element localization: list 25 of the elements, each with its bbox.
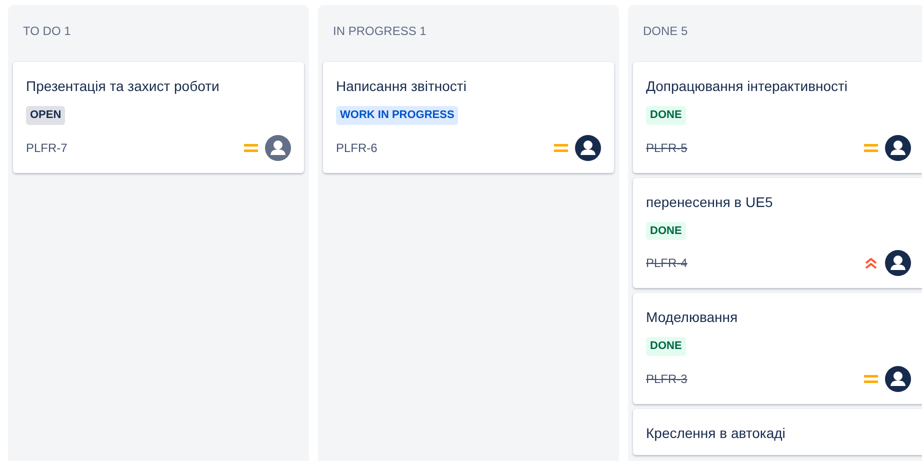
card-title: Написання звітності xyxy=(336,77,468,96)
status-badge: DONE xyxy=(646,222,686,240)
issue-key[interactable]: PLFR-3 xyxy=(646,370,688,388)
issue-card[interactable]: Креслення в автокаді xyxy=(633,408,922,454)
issue-key[interactable]: PLFR-5 xyxy=(646,138,688,156)
column-header: TO DO 1 xyxy=(23,23,71,40)
issue-card[interactable]: Написання звітності WORK IN PROGRESS PLFR-6 xyxy=(323,62,614,172)
issue-card[interactable]: Допрацювання інтерактивності DONE PLFR-5 xyxy=(633,62,922,172)
issue-key[interactable]: PLFR-6 xyxy=(336,138,378,156)
column-header: IN PROGRESS 1 xyxy=(333,23,426,40)
status-badge: WORK IN PROGRESS xyxy=(336,106,458,124)
status-badge: OPEN xyxy=(26,106,66,124)
column-header: DONE 5 xyxy=(643,23,688,40)
issue-key[interactable]: PLFR-7 xyxy=(26,138,68,156)
issue-key[interactable]: PLFR-4 xyxy=(646,254,688,272)
card-title: Креслення в автокаді xyxy=(646,424,786,442)
issue-card[interactable]: Презентація та захист роботи OPEN PLFR-7 xyxy=(13,62,304,172)
issue-card[interactable]: перенесення в UE5 DONE PLFR-4 xyxy=(633,178,922,288)
card-title: перенесення в UE5 xyxy=(646,192,774,212)
card-title: Презентація та захист роботи xyxy=(26,77,220,96)
card-title: Моделювання xyxy=(646,308,739,327)
issue-card[interactable]: Моделювання DONE PLFR-3 xyxy=(633,293,922,404)
card-title: Допрацювання інтерактивності xyxy=(646,77,849,96)
status-badge: DONE xyxy=(646,106,686,124)
status-badge: DONE xyxy=(646,337,686,356)
